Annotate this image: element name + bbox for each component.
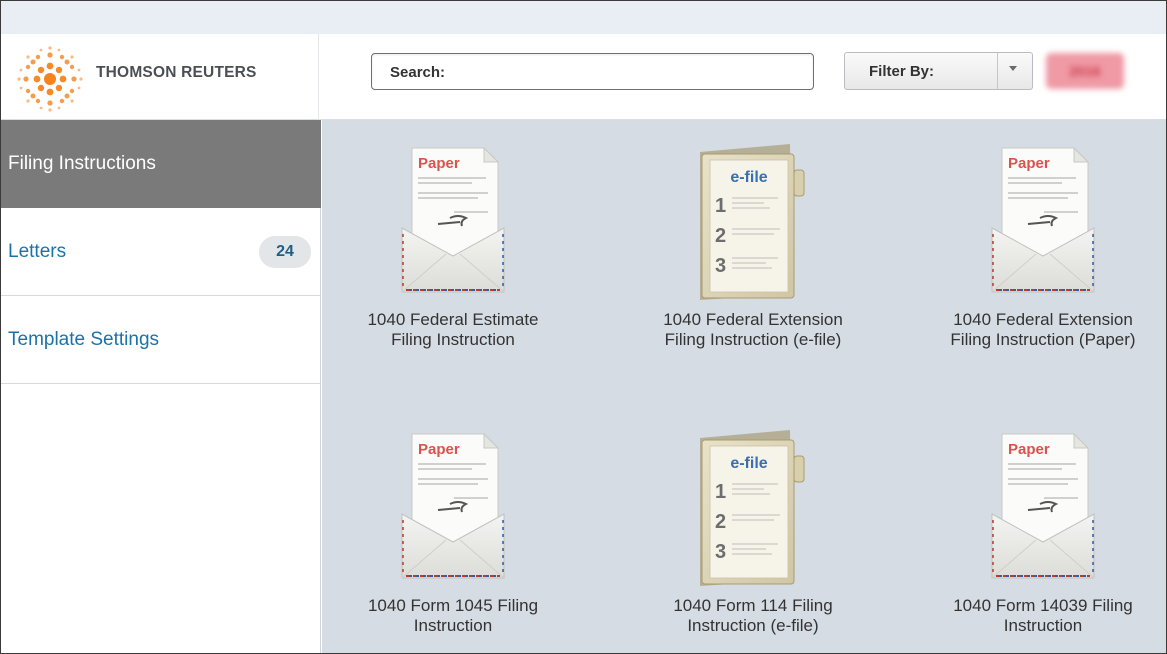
search-input[interactable]: Search: [371, 53, 814, 90]
template-title-line-1: 1040 Federal Extension [663, 310, 843, 329]
paper-badge-text: Paper [418, 441, 460, 458]
template-title[interactable]: 1040 Federal Estimate Filing Instruction [328, 310, 578, 350]
template-tile[interactable]: e-file 1 2 3 1040 Federal Extension Filin… [628, 144, 878, 374]
paper-envelope-icon: Paper [401, 146, 505, 293]
year-badge[interactable]: 2016 [1046, 53, 1124, 89]
template-title-line-1: 1040 Federal Estimate [367, 310, 539, 329]
template-title[interactable]: 1040 Federal Extension Filing Instruction… [628, 310, 878, 350]
template-title[interactable]: 1040 Form 114 Filing Instruction (e-file) [628, 596, 878, 636]
template-title-line-1: 1040 Form 14039 Filing [953, 596, 1133, 615]
sidebar-item-filing-instructions[interactable]: Filing Instructions [1, 120, 321, 208]
template-title-line-2: Filing Instruction (Paper) [950, 330, 1136, 349]
efile-folder-icon[interactable]: e-file 1 2 3 [628, 430, 878, 590]
paper-badge-text: Paper [418, 155, 460, 172]
efile-badge-text: e-file [730, 455, 767, 472]
template-grid: Paper 1040 Federal Estimate Filing Instru… [322, 120, 1166, 653]
paper-envelope-icon[interactable]: Paper [918, 430, 1166, 590]
template-tile[interactable]: Paper 1040 Form 1045 Filing Instruction [328, 430, 578, 653]
efile-badge-text: e-file [730, 169, 767, 186]
template-title-line-1: 1040 Form 1045 Filing [367, 596, 539, 615]
template-title-line-2: Instruction [1003, 616, 1083, 635]
template-title-line-1: 1040 Form 114 Filing [673, 596, 833, 615]
template-title-line-2: Instruction [413, 616, 493, 635]
sidebar-item-label: Letters [8, 240, 67, 262]
template-tile[interactable]: e-file 1 2 3 1040 Form 114 Filing Instruc… [628, 430, 878, 653]
efile-folder-icon[interactable]: e-file 1 2 3 [628, 144, 878, 304]
paper-envelope-icon: Paper [401, 432, 505, 579]
template-tile[interactable]: Paper 1040 Federal Estimate Filing Instru… [328, 144, 578, 374]
template-title-line-2: Filing Instruction [391, 330, 515, 349]
search-label: Search: [390, 64, 446, 81]
svg-text:1: 1 [715, 481, 726, 503]
template-tile[interactable]: Paper 1040 Federal Extension Filing Instr… [918, 144, 1166, 374]
sidebar-item-label: Filing Instructions [8, 153, 156, 174]
paper-badge-text: Paper [1008, 441, 1050, 458]
template-title[interactable]: 1040 Form 1045 Filing Instruction [328, 596, 578, 636]
efile-folder-icon: e-file 1 2 3 [700, 144, 805, 300]
paper-envelope-icon[interactable]: Paper [328, 144, 578, 304]
template-title[interactable]: 1040 Form 14039 Filing Instruction [918, 596, 1166, 636]
paper-envelope-icon: Paper [991, 432, 1095, 579]
app-window: THOMSON REUTERS Search: Filter By: 2016 … [0, 0, 1167, 654]
sidebar-item-label: Template Settings [8, 328, 160, 350]
paper-envelope-icon: Paper [991, 146, 1095, 293]
chevron-down-icon[interactable] [1009, 66, 1017, 71]
header: THOMSON REUTERS Search: Filter By: 2016 [1, 34, 1166, 120]
sidebar-item-template-settings[interactable]: Template Settings [1, 296, 321, 384]
template-title-line-1: 1040 Federal Extension [953, 310, 1133, 329]
filter-label: Filter By: [869, 63, 935, 80]
brand-name: THOMSON REUTERS [96, 64, 257, 81]
letters-count-badge: 24 [259, 235, 311, 268]
efile-folder-icon: e-file 1 2 3 [700, 430, 805, 586]
template-title[interactable]: 1040 Federal Extension Filing Instruction… [918, 310, 1166, 350]
thomson-reuters-logo-icon [17, 46, 83, 112]
svg-text:1: 1 [715, 195, 726, 217]
template-tile[interactable]: Paper 1040 Form 14039 Filing Instruction [918, 430, 1166, 653]
svg-text:3: 3 [715, 541, 726, 563]
svg-text:3: 3 [715, 255, 726, 277]
filter-dropdown[interactable]: Filter By: [844, 52, 1033, 90]
brand: THOMSON REUTERS [1, 34, 319, 120]
template-title-line-2: Filing Instruction (e-file) [664, 330, 842, 349]
paper-envelope-icon[interactable]: Paper [328, 430, 578, 590]
filter-divider [997, 53, 998, 89]
top-strip [1, 1, 1166, 34]
sidebar: Filing Instructions Letters 24 Template … [1, 120, 321, 653]
sidebar-item-letters[interactable]: Letters 24 [1, 208, 321, 296]
paper-badge-text: Paper [1008, 155, 1050, 172]
template-title-line-2: Instruction (e-file) [687, 616, 819, 635]
svg-text:2: 2 [715, 511, 726, 533]
paper-envelope-icon[interactable]: Paper [918, 144, 1166, 304]
svg-text:2: 2 [715, 225, 726, 247]
